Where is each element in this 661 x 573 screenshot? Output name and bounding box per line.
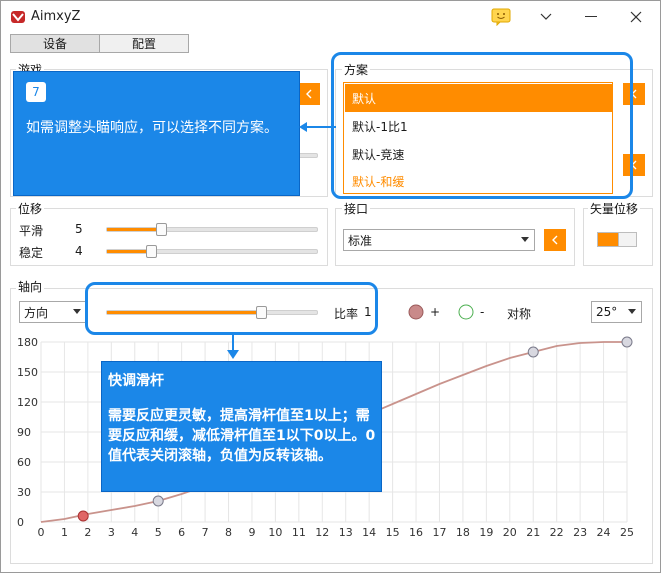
x-tick-label: 16 [409, 526, 423, 539]
y-tick-label: 60 [17, 456, 31, 469]
x-tick-label: 24 [597, 526, 611, 539]
x-tick-label: 14 [362, 526, 376, 539]
x-tick-label: 5 [155, 526, 162, 539]
arrow-down-icon [227, 334, 239, 359]
x-tick-label: 7 [202, 526, 209, 539]
x-tick-label: 18 [456, 526, 470, 539]
y-tick-label: 0 [17, 516, 24, 529]
slider-tooltip-text: 需要反应更灵敏，提高滑杆值至1以上；需要反应和缓，减低滑杆值至1以下0以上。0值… [108, 408, 376, 464]
x-tick-label: 9 [248, 526, 255, 539]
x-tick-label: 17 [432, 526, 446, 539]
x-tick-label: 8 [225, 526, 232, 539]
y-tick-label: 120 [17, 396, 38, 409]
x-tick-label: 25 [620, 526, 634, 539]
y-tick-label: 180 [17, 336, 38, 349]
app-window: AimxyZ 设备 配置 游戏 方案 默认 默认-1比1 默认-竞速 默认-和缓… [0, 0, 661, 573]
x-tick-label: 3 [108, 526, 115, 539]
x-tick-label: 11 [292, 526, 306, 539]
x-tick-label: 2 [84, 526, 91, 539]
x-tick-label: 4 [131, 526, 138, 539]
x-tick-label: 12 [315, 526, 329, 539]
x-tick-label: 10 [268, 526, 282, 539]
x-tick-label: 6 [178, 526, 185, 539]
step-badge: 7 [26, 82, 46, 102]
step-tooltip: 7 如需调整头瞄响应，可以选择不同方案。 [13, 71, 300, 196]
curve-control-point[interactable] [621, 336, 633, 348]
scheme-highlight [331, 52, 633, 199]
curve-control-point[interactable] [77, 510, 89, 522]
x-tick-label: 13 [339, 526, 353, 539]
y-tick-label: 30 [17, 486, 31, 499]
ratio-highlight [85, 282, 378, 335]
x-tick-label: 1 [61, 526, 68, 539]
x-tick-label: 23 [573, 526, 587, 539]
slider-tooltip: 快调滑杆 需要反应更灵敏，提高滑杆值至1以上；需要反应和缓，减低滑杆值至1以下0… [101, 361, 382, 492]
x-tick-label: 0 [38, 526, 45, 539]
x-tick-label: 21 [526, 526, 540, 539]
x-tick-label: 19 [479, 526, 493, 539]
x-tick-label: 22 [550, 526, 564, 539]
curve-control-point[interactable] [527, 346, 539, 358]
x-tick-label: 15 [386, 526, 400, 539]
y-tick-label: 150 [17, 366, 38, 379]
curve-control-point[interactable] [152, 495, 164, 507]
step-tooltip-text: 如需调整头瞄响应，可以选择不同方案。 [26, 120, 278, 136]
slider-tooltip-title: 快调滑杆 [108, 373, 164, 389]
x-tick-label: 20 [503, 526, 517, 539]
y-tick-label: 90 [17, 426, 31, 439]
